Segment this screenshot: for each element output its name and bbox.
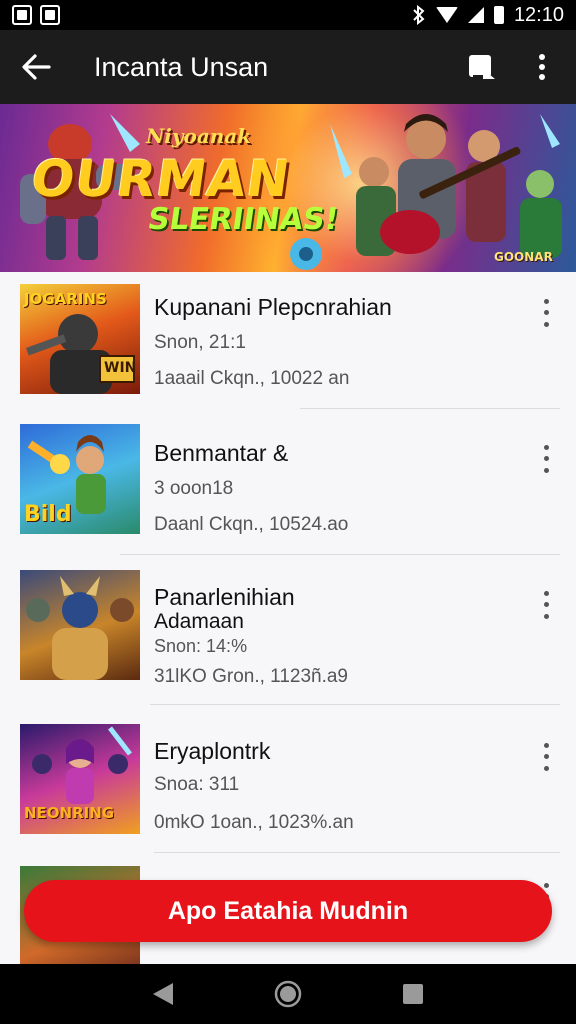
item-title: Panarlenihian [154,584,295,610]
item-subtitle: 3 ooon18 [154,478,234,499]
item-meta: 31lKO Gron., 1123ñ.a9 [154,666,348,687]
list-item[interactable]: NEONRING Eryaplontrk Snoa: 311 0mkO 1oan… [0,710,576,856]
back-button[interactable] [16,47,56,87]
thumb-title: Bild [24,502,72,527]
cast-icon [469,55,495,79]
item-meta: 0mkO 1oan., 1023%.an [154,812,354,833]
wifi-icon [435,7,458,23]
item-title: Kupanani Plepcnrahian [154,294,392,320]
banner-corner-label: GOONAR [494,250,553,264]
divider [154,852,560,853]
home-circle-icon [274,980,302,1008]
item-thumbnail [20,570,140,680]
item-more-button[interactable] [534,296,558,330]
divider [300,408,560,409]
list-item[interactable]: Panarlenihian Adamaan Snon: 14:% 31lKO G… [0,564,576,710]
divider [150,704,560,705]
thumb-art [26,576,134,680]
banner-line-1: Niyoanak [146,124,252,148]
system-icons: 12:10 [412,4,564,27]
arrow-left-icon [22,54,51,80]
item-subtitle: Snon, 21:1 [154,332,246,353]
install-button[interactable]: Apo Eatahia Mudnin [24,880,552,942]
list-item[interactable]: JOGARINS WIN Kupanani Plepcnrahian Snon,… [0,272,576,418]
more-vert-icon [539,54,545,80]
item-title: Eryaplontrk [154,738,271,764]
cast-button[interactable] [464,49,500,85]
recents-square-icon [403,984,424,1004]
game-list: JOGARINS WIN Kupanani Plepcnrahian Snon,… [0,272,576,964]
system-nav-bar [0,964,576,1024]
bluetooth-icon [413,5,425,25]
divider [120,554,560,555]
image-notif-icon [12,5,32,25]
thumb-title: NEONRING [24,804,115,822]
item-thumbnail: JOGARINS WIN [20,284,140,394]
thumb-sign: WIN [104,360,137,376]
item-subtitle: Snon: 14:% [154,636,248,656]
nav-home-button[interactable] [268,974,308,1014]
cell-signal-icon [467,7,484,23]
banner-line-3: SLERIINAS! [145,202,341,237]
more-options-button[interactable] [524,49,560,85]
notification-icons [12,5,60,25]
app-bar-actions [464,49,560,85]
item-meta: 1aaail Ckqn., 10022 an [154,368,350,389]
item-more-button[interactable] [534,740,558,774]
page-title: Incanta Unsan [94,51,269,82]
battery-icon [493,6,504,24]
nav-back-button[interactable] [143,974,183,1014]
clock: 12:10 [513,3,564,26]
item-thumbnail: Bild [20,424,140,534]
item-title: Benmantar & [154,440,289,466]
item-more-button[interactable] [534,588,558,622]
item-meta: Daanl Ckqn., 10524.ao [154,514,349,535]
item-more-button[interactable] [534,442,558,476]
list-item[interactable]: Bild Benmantar & 3 ooon18 Daanl Ckqn., 1… [0,418,576,564]
image-notif-icon [40,5,60,25]
app-bar: Incanta Unsan [0,30,576,104]
banner-line-2: OURMAN [27,150,294,208]
promo-banner[interactable]: Niyoanak OURMAN SLERIINAS! GOONAR [0,104,576,272]
item-title-line-2: Adamaan [154,610,244,633]
nav-recents-button[interactable] [393,974,433,1014]
thumb-title: JOGARINS [24,290,107,308]
status-bar: 12:10 [0,0,576,30]
item-thumbnail: NEONRING [20,724,140,834]
item-subtitle: Snoa: 311 [154,774,240,795]
back-triangle-icon [152,983,173,1005]
